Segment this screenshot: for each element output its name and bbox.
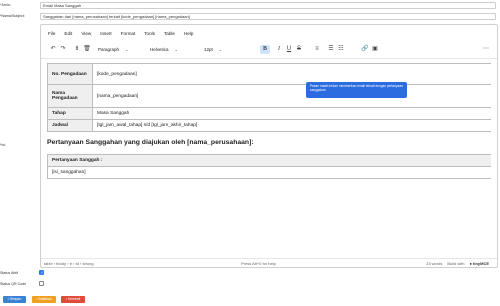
cancel-button[interactable]: ▪ Batalkan (32, 296, 56, 303)
trash-icon[interactable]: 🗑 (82, 45, 92, 54)
italic-button[interactable]: I (274, 45, 284, 54)
statusbar-right: 23 words Build with ● tinyMCE (426, 261, 489, 266)
cancel-label: Batalkan (38, 297, 52, 301)
menu-view[interactable]: View (81, 31, 91, 39)
status-qr-checkbox[interactable] (39, 281, 44, 286)
chevron-down-icon: ⌄ (218, 47, 223, 52)
table-row: Pertanyaan Sanggah : (47, 154, 491, 167)
table-cell-key: Tahap (47, 107, 93, 120)
font-family-value: Helvetica (150, 47, 169, 52)
table-cell-key: Nama Pengadaan (47, 84, 93, 108)
editor-menubar: File Edit View Insert Format Tools Table… (48, 31, 193, 39)
table-cell-value: [nama_pengadaan] (92, 84, 491, 108)
notification-tooltip: Pesan masih belum memberikan email terka… (306, 82, 407, 98)
section-heading: Pertanyaan Sanggahan yang diajukan oleh … (47, 139, 254, 146)
toolbar-divider (41, 58, 497, 59)
editor-toolbar: ↶ ↷ ⇟ 🗑 Paragraph ⌄ Helvetica ⌄ 12pt ⌄ B I … (48, 45, 491, 54)
font-size-value: 12pt (204, 47, 213, 52)
menu-tools[interactable]: Tools (144, 31, 155, 39)
status-aktif-label: Status Aktif (0, 271, 18, 275)
word-count[interactable]: 23 words (426, 261, 442, 266)
table-cell-value: Masa Sanggah (92, 107, 491, 120)
chevron-down-icon: ⌄ (174, 47, 178, 52)
table-row: [isi_sanggahan] (47, 166, 491, 179)
table-cell-value: [kode_pengadaan] (92, 63, 491, 85)
table-cell-key: No. Pengadaan (47, 63, 93, 85)
save-label: Simpan (9, 297, 22, 301)
link-icon[interactable]: 🔗 (360, 45, 370, 54)
more-icon[interactable]: ⋯ (481, 45, 491, 54)
back-button[interactable]: ▪ Kembali (61, 296, 85, 303)
table-cell-value: [tgl_jam_awal_tahap] s/d [tgl_jam_akhir_… (92, 119, 491, 132)
rich-text-editor[interactable]: File Edit View Insert Format Tools Table… (40, 24, 498, 268)
element-path[interactable]: table › tbody › tr › td › strong (44, 261, 94, 266)
font-family-select[interactable]: Helvetica ⌄ (150, 45, 198, 54)
subject-label: *Nama/Subject: (0, 14, 25, 18)
jenis-label: *Jenis: (0, 3, 11, 7)
jenis-select[interactable]: Email Masa Sanggah (40, 2, 496, 9)
undo-icon[interactable]: ↶ (48, 45, 58, 54)
status-aktif-checkbox[interactable]: ✓ (39, 270, 44, 275)
table-cell-value: [isi_sanggahan] (47, 166, 491, 179)
block-format-value: Paragraph (98, 47, 120, 52)
back-label: Kembali (67, 297, 81, 301)
format-painter-icon[interactable]: ⇟ (72, 45, 82, 54)
menu-edit[interactable]: Edit (64, 31, 72, 39)
built-with-text: Build with (447, 260, 465, 266)
question-table: Pertanyaan Sanggah : [isi_sanggahan] (47, 154, 491, 179)
font-size-select[interactable]: 12pt ⌄ (204, 45, 252, 54)
tinymce-brand: tinyMCE (473, 260, 489, 266)
table-row: Jadwal [tgl_jam_awal_tahap] s/d [tgl_jam… (47, 119, 491, 132)
block-format-select[interactable]: Paragraph ⌄ (98, 45, 138, 54)
info-table: No. Pengadaan [kode_pengadaan] Nama Peng… (47, 63, 491, 132)
tinymce-logo[interactable]: ● tinyMCE (469, 261, 489, 266)
save-button[interactable]: ▪ Simpan (3, 296, 26, 303)
table-row: Tahap Masa Sanggah (47, 107, 491, 120)
redo-icon[interactable]: ↷ (58, 45, 68, 54)
editor-statusbar: table › tbody › tr › td › strong Press A… (41, 258, 497, 267)
align-icon[interactable]: ≡ (312, 45, 322, 54)
table-cell-header: Pertanyaan Sanggah : (47, 154, 491, 167)
subject-input[interactable]: Sanggahan dari [nama_perusahaan] terkait… (40, 13, 496, 20)
bullet-list-icon[interactable]: ☰ (326, 45, 336, 54)
menu-file[interactable]: File (48, 31, 55, 39)
image-icon[interactable]: ▣ (370, 45, 380, 54)
menu-help[interactable]: Help (184, 31, 193, 39)
underline-button[interactable]: U (284, 45, 294, 54)
isi-label: *Isi: (0, 143, 6, 147)
menu-table[interactable]: Table (164, 31, 175, 39)
bold-button[interactable]: B (260, 45, 270, 54)
editor-content[interactable]: No. Pengadaan [kode_pengadaan] Nama Peng… (47, 63, 491, 253)
strikethrough-button[interactable]: S (294, 45, 304, 54)
table-cell-key: Jadwal (47, 119, 93, 132)
numbered-list-icon[interactable]: ☷ (336, 45, 346, 54)
chevron-down-icon: ⌄ (125, 47, 129, 52)
status-qr-label: Status QR Code (0, 282, 27, 286)
check-icon: ✓ (40, 269, 44, 275)
help-hint: Press Alt+0 for help (241, 260, 276, 266)
table-row: No. Pengadaan [kode_pengadaan] (47, 63, 491, 85)
menu-insert[interactable]: Insert (100, 31, 112, 39)
table-row: Nama Pengadaan [nama_pengadaan] (47, 84, 491, 108)
menu-format[interactable]: Format (121, 31, 136, 39)
